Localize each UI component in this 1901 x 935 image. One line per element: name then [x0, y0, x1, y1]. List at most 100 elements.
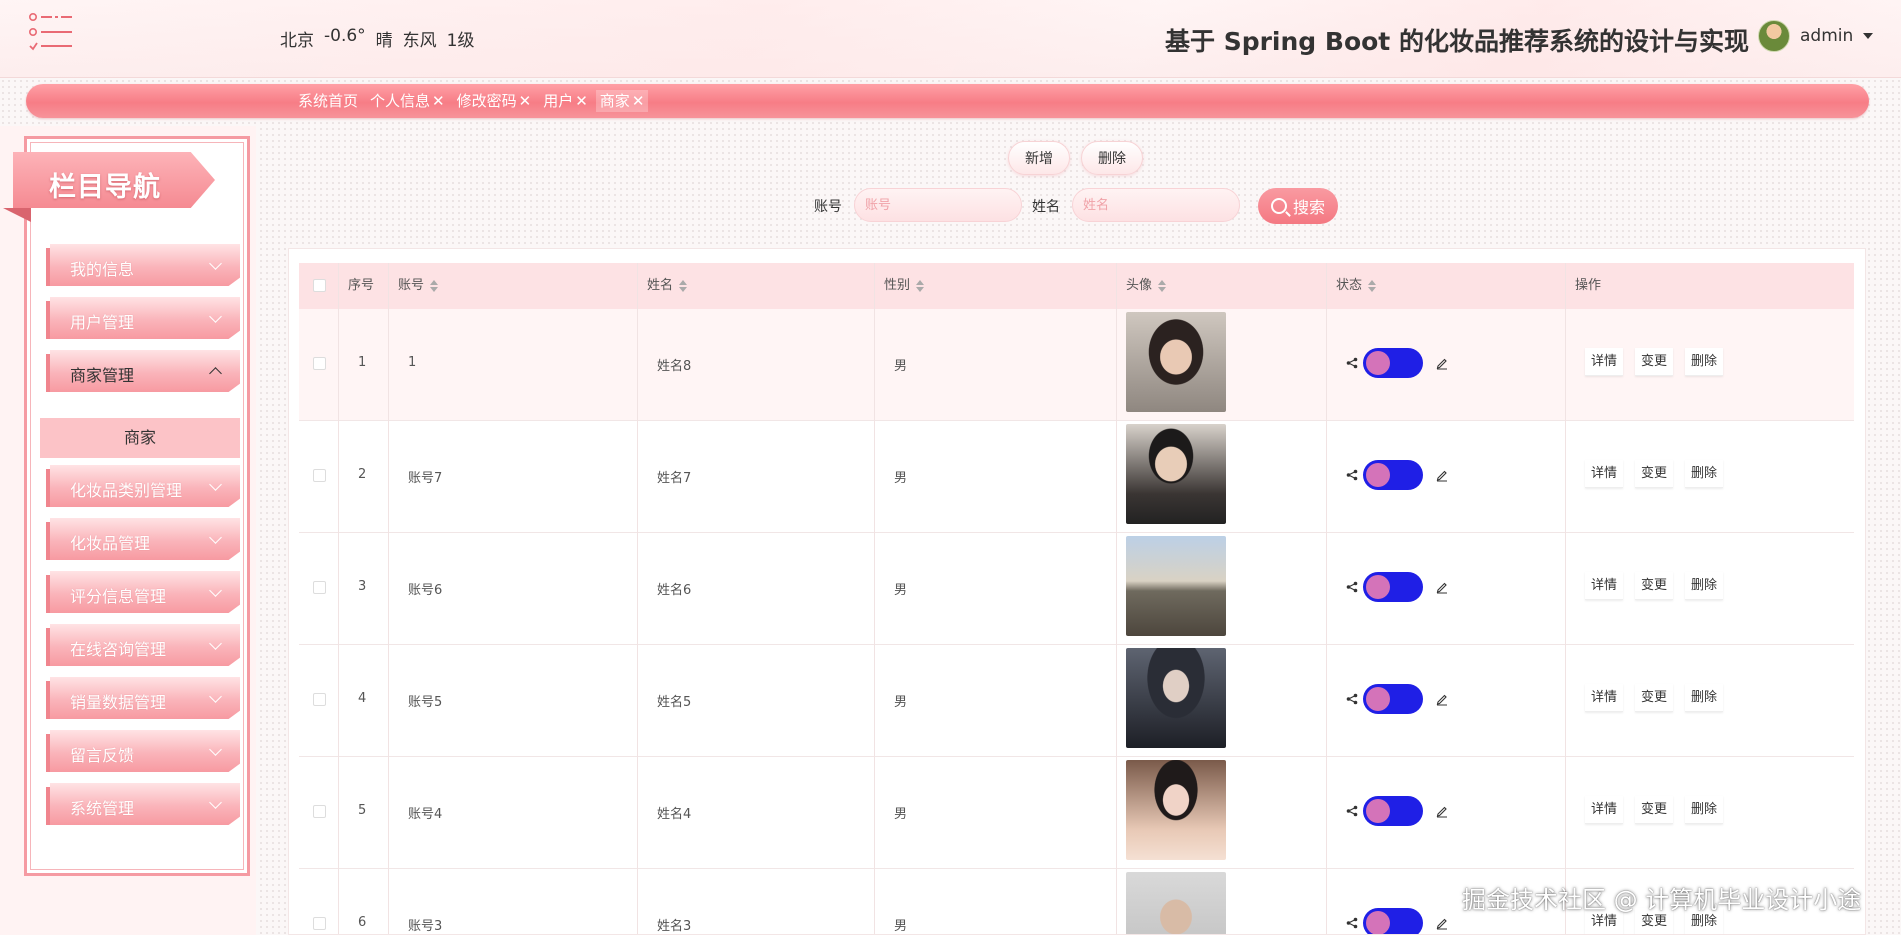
- column-header-2[interactable]: 姓名: [647, 263, 688, 309]
- account-input[interactable]: [854, 188, 1022, 222]
- close-icon[interactable]: ✕: [575, 90, 588, 112]
- cell-gender: 男: [894, 359, 908, 374]
- share-icon[interactable]: [1346, 581, 1358, 593]
- edit-icon[interactable]: [1435, 916, 1449, 930]
- sidebar-item-label: 系统管理: [70, 799, 135, 818]
- table-header: 序号 账号 姓名 性别 头像 状态 操作: [299, 263, 1854, 309]
- detail-button[interactable]: 详情: [1585, 796, 1624, 824]
- delete-row-button[interactable]: 删除: [1685, 684, 1724, 712]
- sidebar-item-2[interactable]: 商家管理: [46, 350, 240, 392]
- add-button[interactable]: 新增: [1008, 141, 1070, 175]
- status-toggle[interactable]: [1363, 348, 1423, 378]
- sidebar-item-0[interactable]: 我的信息: [46, 244, 240, 286]
- sidebar-item-9[interactable]: 系统管理: [46, 783, 240, 825]
- row-checkbox[interactable]: [313, 693, 326, 706]
- sort-icon[interactable]: [430, 280, 439, 292]
- edit-icon[interactable]: [1435, 356, 1449, 370]
- data-table: 序号 账号 姓名 性别 头像 状态 操作 1 1 姓名8 男详情 变更 删除 2 账号7 姓名7 男详情 变更删…: [288, 248, 1866, 935]
- detail-button[interactable]: 详情: [1585, 348, 1624, 376]
- edit-icon[interactable]: [1435, 804, 1449, 818]
- change-button[interactable]: 变更: [1635, 796, 1674, 824]
- status-toggle[interactable]: [1363, 684, 1423, 714]
- detail-button[interactable]: 详情: [1585, 460, 1624, 488]
- menu-toggle-icon[interactable]: [28, 12, 74, 52]
- sort-icon[interactable]: [916, 280, 925, 292]
- tab-1[interactable]: 个人信息 ✕: [366, 90, 449, 112]
- delete-button[interactable]: 删除: [1081, 141, 1143, 175]
- status-toggle[interactable]: [1363, 796, 1423, 826]
- close-icon[interactable]: ✕: [432, 90, 445, 112]
- cell-account: 账号4: [408, 807, 443, 822]
- detail-button[interactable]: 详情: [1585, 684, 1624, 712]
- delete-row-button[interactable]: 删除: [1685, 796, 1724, 824]
- sidebar-item-1[interactable]: 用户管理: [46, 297, 240, 339]
- column-header-4[interactable]: 头像: [1126, 263, 1167, 309]
- cell-gender: 男: [894, 807, 908, 822]
- tab-2[interactable]: 修改密码 ✕: [453, 90, 536, 112]
- column-header-3[interactable]: 性别: [884, 263, 925, 309]
- edit-icon[interactable]: [1435, 580, 1449, 594]
- avatar-image: [1126, 536, 1226, 636]
- sidebar-item-5[interactable]: 评分信息管理: [46, 571, 240, 613]
- share-icon[interactable]: [1346, 805, 1358, 817]
- name-label: 姓名: [1032, 199, 1060, 215]
- table-row: 3 账号6 姓名6 男 详情 变更 删除: [299, 533, 1854, 645]
- sidebar-item-label: 化妆品管理: [70, 534, 151, 553]
- sidebar-item-7[interactable]: 销量数据管理: [46, 677, 240, 719]
- status-toggle[interactable]: [1363, 908, 1423, 934]
- row-checkbox[interactable]: [313, 581, 326, 594]
- tab-3[interactable]: 用户 ✕: [539, 90, 592, 112]
- row-checkbox[interactable]: [313, 805, 326, 818]
- weather-city: 北京: [280, 31, 314, 51]
- status-toggle[interactable]: [1363, 572, 1423, 602]
- row-checkbox[interactable]: [313, 357, 326, 370]
- cell-index: 3: [358, 579, 367, 594]
- sidebar-item-8[interactable]: 留言反馈: [46, 730, 240, 772]
- column-header-0: 序号: [348, 263, 374, 309]
- share-icon[interactable]: [1346, 917, 1358, 929]
- select-all-checkbox[interactable]: [313, 279, 326, 292]
- column-header-6: 操作: [1575, 263, 1601, 309]
- search-button[interactable]: 搜索: [1258, 188, 1338, 224]
- cell-name: 姓名6: [657, 583, 692, 598]
- sort-icon[interactable]: [679, 280, 688, 292]
- sort-icon[interactable]: [1158, 280, 1167, 292]
- delete-row-button[interactable]: 删除: [1685, 348, 1724, 376]
- toggle-knob: [1366, 799, 1390, 823]
- edit-icon[interactable]: [1435, 692, 1449, 706]
- change-button[interactable]: 变更: [1635, 572, 1674, 600]
- column-header-1[interactable]: 账号: [398, 263, 439, 309]
- delete-row-button[interactable]: 删除: [1685, 572, 1724, 600]
- column-header-5[interactable]: 状态: [1336, 263, 1377, 309]
- sidebar-item-label: 用户管理: [70, 313, 135, 332]
- watermark: 掘金技术社区 @ 计算机毕业设计小途: [1462, 886, 1862, 914]
- detail-button[interactable]: 详情: [1585, 572, 1624, 600]
- share-icon[interactable]: [1346, 693, 1358, 705]
- change-button[interactable]: 变更: [1635, 684, 1674, 712]
- name-input[interactable]: [1072, 188, 1240, 222]
- edit-icon[interactable]: [1435, 468, 1449, 482]
- sidebar-item-4[interactable]: 化妆品管理: [46, 518, 240, 560]
- row-checkbox[interactable]: [313, 469, 326, 482]
- row-checkbox[interactable]: [313, 917, 326, 930]
- sidebar-item-3[interactable]: 化妆品类别管理: [46, 465, 240, 507]
- tabs-bar: 系统首页 个人信息 ✕ 修改密码 ✕ 用户 ✕ 商家 ✕: [26, 84, 1869, 118]
- close-icon[interactable]: ✕: [519, 90, 532, 112]
- weather-condition: 晴: [375, 31, 393, 51]
- change-button[interactable]: 变更: [1635, 460, 1674, 488]
- table-row: 2 账号7 姓名7 男 详情 变更 删除: [299, 421, 1854, 533]
- share-icon[interactable]: [1346, 357, 1358, 369]
- delete-row-button[interactable]: 删除: [1685, 460, 1724, 488]
- tab-0[interactable]: 系统首页: [294, 90, 362, 112]
- status-toggle[interactable]: [1363, 460, 1423, 490]
- sidebar-item-label: 销量数据管理: [70, 693, 167, 712]
- sidebar-item-6[interactable]: 在线咨询管理: [46, 624, 240, 666]
- submenu-item-merchant[interactable]: 商家: [40, 418, 240, 458]
- user-menu[interactable]: admin: [1758, 20, 1874, 52]
- tab-4[interactable]: 商家 ✕: [595, 90, 649, 112]
- column-header-label: 操作: [1575, 278, 1602, 293]
- share-icon[interactable]: [1346, 469, 1358, 481]
- change-button[interactable]: 变更: [1635, 348, 1674, 376]
- close-icon[interactable]: ✕: [632, 90, 645, 112]
- sort-icon[interactable]: [1368, 280, 1377, 292]
